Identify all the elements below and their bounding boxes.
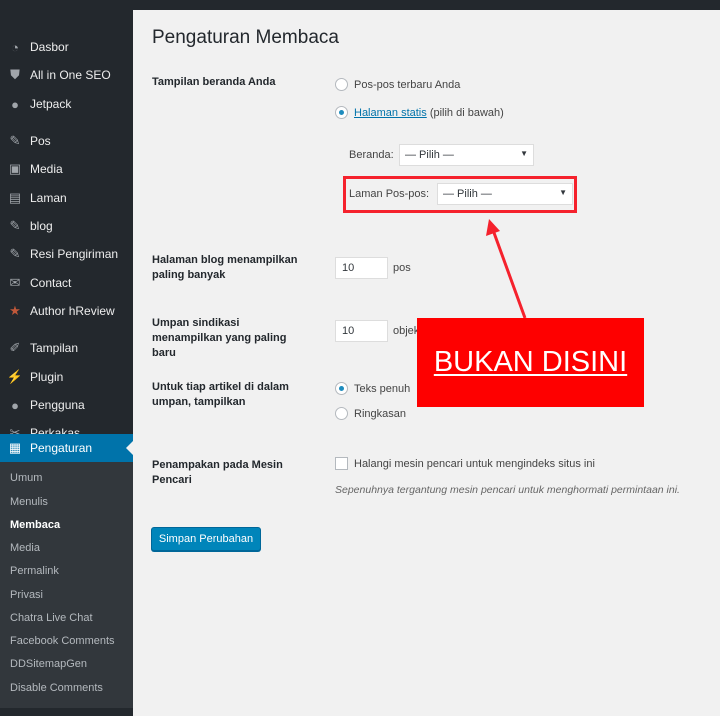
annotation-banner: BUKAN DISINI — [417, 318, 644, 407]
